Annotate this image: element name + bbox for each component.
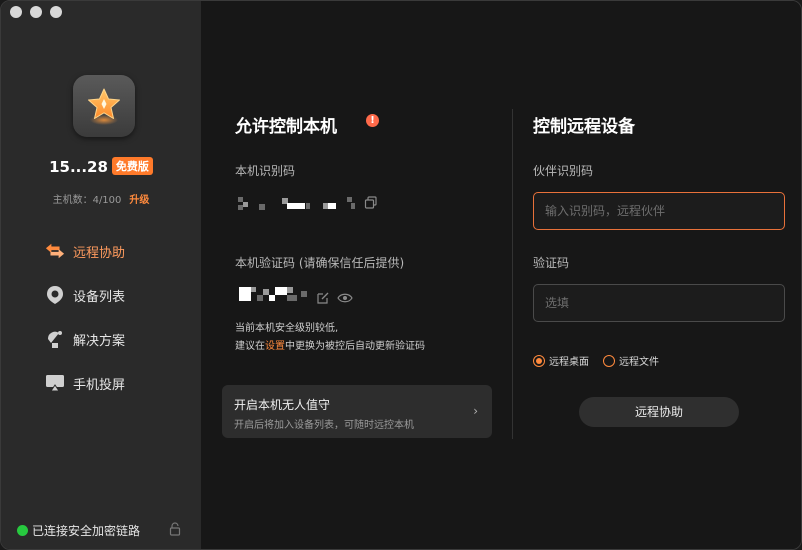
warning-icon[interactable]: ! <box>366 114 379 127</box>
settings-link[interactable]: 设置 <box>265 341 285 352</box>
eye-icon[interactable] <box>337 292 353 304</box>
verify-code-input-label: 验证码 <box>533 256 570 270</box>
plan-badge: 免费版 <box>111 157 153 175</box>
sidebar-item-label: 远程协助 <box>73 245 126 261</box>
star-logo-icon <box>88 88 120 125</box>
upgrade-link[interactable]: 升级 <box>129 195 149 206</box>
unattended-title: 开启本机无人值守 <box>234 398 331 412</box>
connection-status: 已连接安全加密链路 <box>17 522 140 539</box>
control-remote-title: 控制远程设备 <box>533 117 635 137</box>
sidebar-nav: 远程协助 设备列表 解决方案 手机投屏 <box>45 239 125 415</box>
sidebar-item-solutions[interactable]: 解决方案 <box>45 327 125 351</box>
security-hint-line1: 当前本机安全级别较低, <box>235 323 339 334</box>
edit-icon[interactable] <box>316 291 330 305</box>
radio-unchecked-icon <box>603 354 615 367</box>
hint-prefix: 建议在 <box>235 341 265 352</box>
status-text: 已连接安全加密链路 <box>32 524 141 538</box>
unattended-description: 开启后将加入设备列表，可随时远控本机 <box>234 420 414 431</box>
app-logo <box>73 75 135 137</box>
remote-assist-icon <box>45 241 65 261</box>
radio-remote-desktop[interactable]: 远程桌面 <box>533 353 589 368</box>
section-divider <box>512 109 513 439</box>
sidebar-item-remote-assist[interactable]: 远程协助 <box>45 239 125 263</box>
zoom-window-button[interactable] <box>50 6 62 18</box>
device-code-label: 本机识别码 <box>235 164 296 178</box>
partner-code-input[interactable] <box>533 192 785 230</box>
user-id-line: 15...28 免费版 <box>1 157 201 176</box>
verify-code-value <box>239 287 311 303</box>
user-id: 15...28 <box>49 158 108 176</box>
radio-label: 远程桌面 <box>549 357 589 368</box>
sidebar-item-device-list[interactable]: 设备列表 <box>45 283 125 307</box>
screen-cast-icon <box>45 373 65 393</box>
host-count: 主机数：4/100 <box>52 195 122 206</box>
sidebar-item-label: 手机投屏 <box>73 377 126 393</box>
copy-icon[interactable] <box>364 196 378 210</box>
device-list-icon <box>45 285 65 305</box>
chevron-right-icon: › <box>473 404 478 418</box>
hint-suffix: 中更换为被控后自动更新验证码 <box>285 341 425 352</box>
remote-assist-button[interactable]: 远程协助 <box>579 397 739 427</box>
verify-code-input[interactable] <box>533 284 785 322</box>
minimize-window-button[interactable] <box>30 6 42 18</box>
device-code-value <box>238 197 358 213</box>
lock-icon[interactable] <box>169 522 181 536</box>
sidebar-item-label: 解决方案 <box>73 333 126 349</box>
sidebar: 15...28 免费版 主机数：4/100 升级 远程协助 设备列表 解决方案 … <box>1 1 201 549</box>
security-hint-line2: 建议在设置中更换为被控后自动更新验证码 <box>235 337 425 352</box>
main-panel: 允许控制本机 ! 本机识别码 本机验证码 (请确保信任后提供) 当前本机安全级别… <box>201 1 801 549</box>
window-controls <box>10 6 62 18</box>
solution-icon <box>45 329 65 349</box>
app-window: 15...28 免费版 主机数：4/100 升级 远程协助 设备列表 解决方案 … <box>0 0 802 550</box>
close-window-button[interactable] <box>10 6 22 18</box>
sidebar-item-screen-cast[interactable]: 手机投屏 <box>45 371 125 395</box>
radio-label: 远程文件 <box>619 357 659 368</box>
partner-code-label: 伙伴识别码 <box>533 164 594 178</box>
allow-control-title: 允许控制本机 <box>235 117 337 137</box>
radio-checked-icon <box>533 354 545 367</box>
sidebar-item-label: 设备列表 <box>73 289 126 305</box>
status-dot <box>17 525 28 536</box>
host-count-line: 主机数：4/100 升级 <box>1 191 201 206</box>
verify-code-label: 本机验证码 (请确保信任后提供) <box>235 256 405 270</box>
radio-remote-file[interactable]: 远程文件 <box>603 353 659 368</box>
unattended-mode-card[interactable]: 开启本机无人值守 开启后将加入设备列表，可随时远控本机 › <box>222 385 492 438</box>
mode-radio-group: 远程桌面 远程文件 <box>533 353 673 368</box>
